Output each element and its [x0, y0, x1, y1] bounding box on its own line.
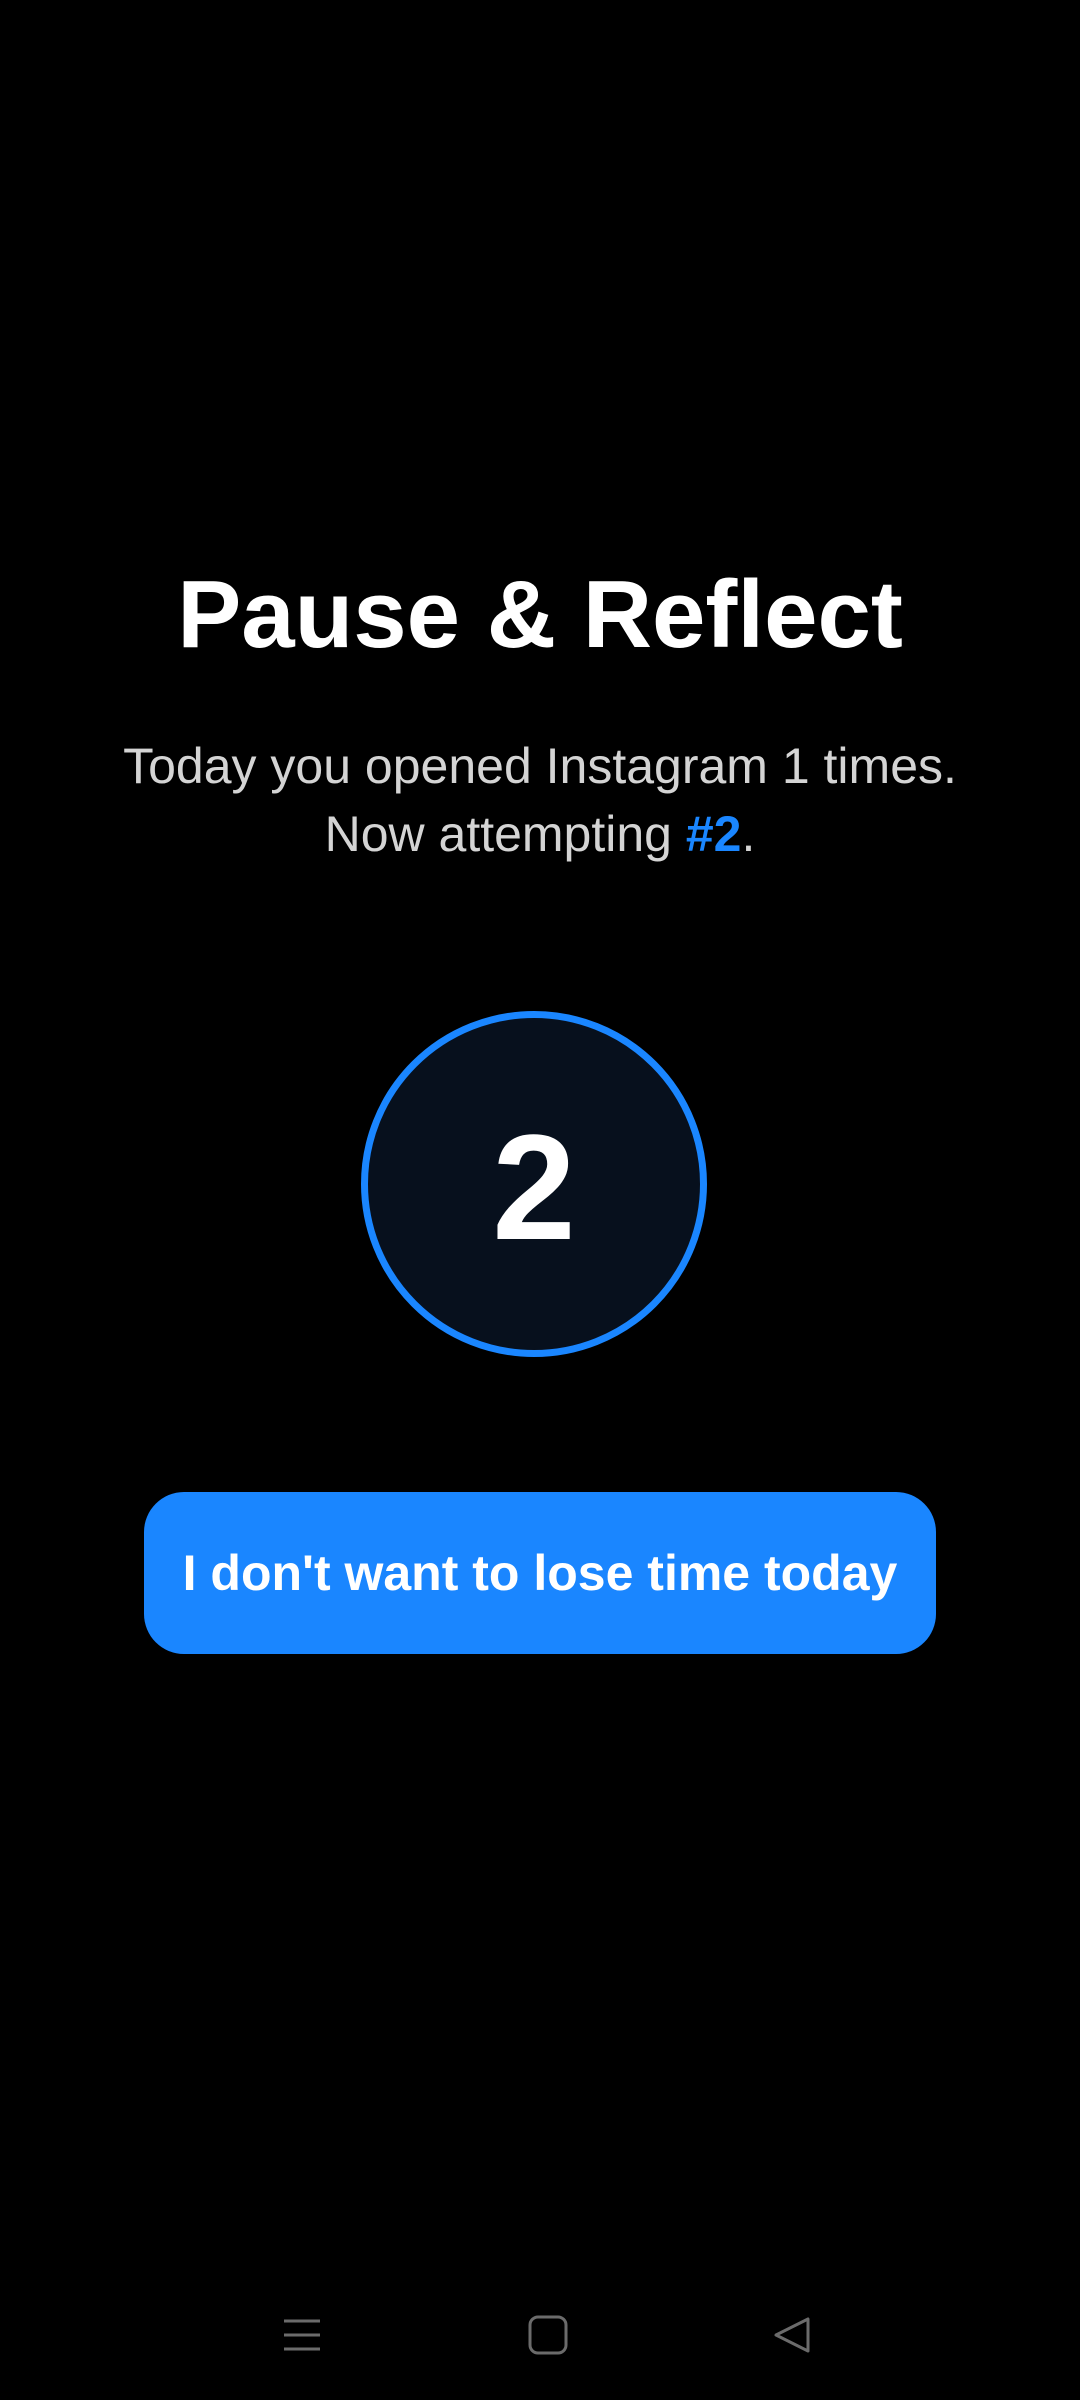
attempt-number: #2 — [685, 806, 742, 862]
page-title: Pause & Reflect — [177, 561, 903, 668]
back-triangle-icon[interactable] — [752, 2300, 832, 2370]
home-square-icon[interactable] — [508, 2300, 588, 2370]
dont-lose-time-button[interactable]: I don't want to lose time today — [144, 1492, 936, 1654]
pause-reflect-screen: Pause & Reflect Today you opened Instagr… — [0, 0, 1080, 2400]
system-navigation-bar — [0, 2300, 1080, 2400]
menu-icon[interactable] — [262, 2300, 342, 2370]
opens-count-text: Today you opened Instagram 1 times. — [123, 738, 957, 794]
attempt-line: Now attempting #2. — [0, 800, 1080, 868]
countdown-circle: 2 — [361, 1011, 707, 1357]
attempt-prefix: Now attempting — [324, 806, 686, 862]
opens-summary: Today you opened Instagram 1 times. Now … — [0, 732, 1080, 868]
countdown-value: 2 — [492, 1103, 576, 1271]
attempt-suffix: . — [741, 806, 756, 862]
